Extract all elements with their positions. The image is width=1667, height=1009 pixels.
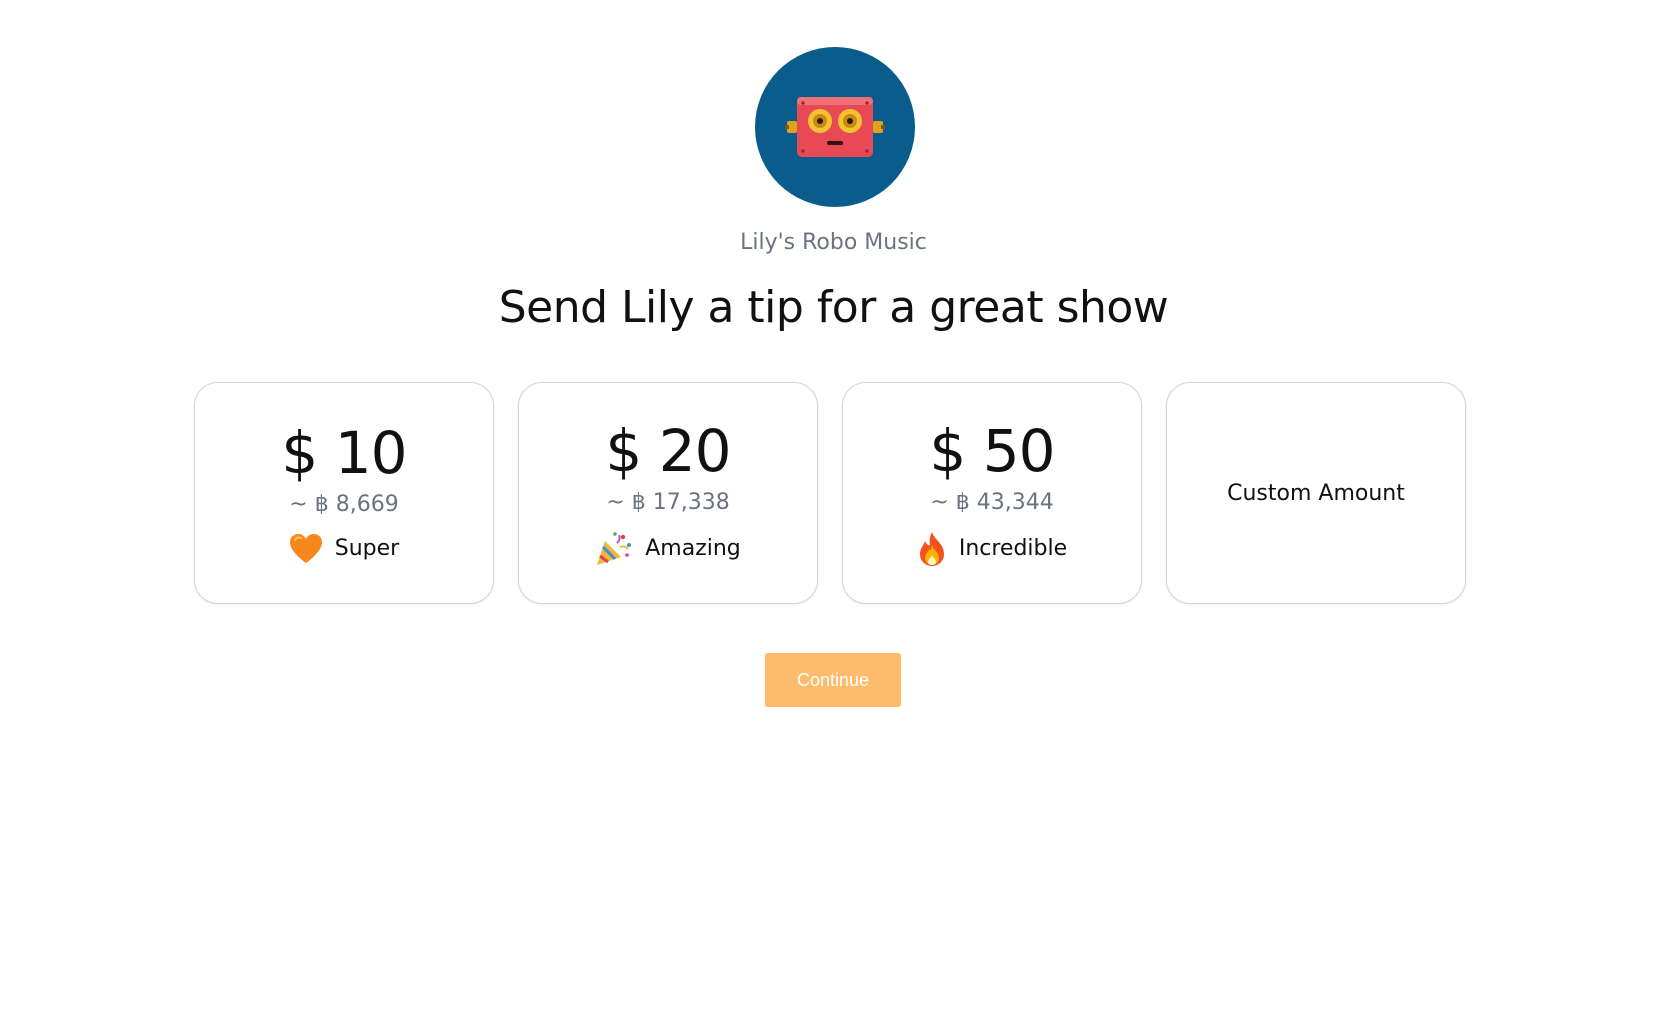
tip-amount: $ 20 <box>605 416 731 485</box>
tip-label-row: Super <box>289 533 399 565</box>
tip-amount: $ 10 <box>281 418 407 487</box>
tip-options: $ 10 ~ ฿ 8,669 Super $ 20 ~ ฿ 17,338 Ama… <box>194 382 1466 604</box>
tip-amount: $ 50 <box>929 416 1055 485</box>
custom-amount-label: Custom Amount <box>1227 480 1405 506</box>
tip-label: Incredible <box>958 536 1068 561</box>
robot-face-icon <box>785 91 885 163</box>
tip-label-row: Amazing <box>595 531 741 567</box>
continue-button[interactable]: Continue <box>765 653 901 707</box>
page-title: Send Lily a tip for a great show <box>498 282 1169 333</box>
tip-label: Super <box>334 536 400 561</box>
creator-name: Lily's Robo Music <box>740 230 927 255</box>
party-popper-icon <box>595 531 633 567</box>
custom-amount-option[interactable]: Custom Amount <box>1166 382 1466 604</box>
orange-heart-icon <box>289 533 323 565</box>
tip-btc-equivalent: ~ ฿ 43,344 <box>930 489 1054 515</box>
tip-option-50[interactable]: $ 50 ~ ฿ 43,344 Incredible <box>842 382 1142 604</box>
tip-option-10[interactable]: $ 10 ~ ฿ 8,669 Super <box>194 382 494 604</box>
tip-btc-equivalent: ~ ฿ 17,338 <box>606 489 730 515</box>
tip-page: Lily's Robo Music Send Lily a tip for a … <box>0 0 1667 1009</box>
fire-icon <box>917 531 947 567</box>
tip-label: Amazing <box>645 536 741 561</box>
tip-option-20[interactable]: $ 20 ~ ฿ 17,338 Amazing <box>518 382 818 604</box>
avatar <box>755 47 915 207</box>
tip-label-row: Incredible <box>917 531 1067 567</box>
tip-btc-equivalent: ~ ฿ 8,669 <box>289 491 399 517</box>
